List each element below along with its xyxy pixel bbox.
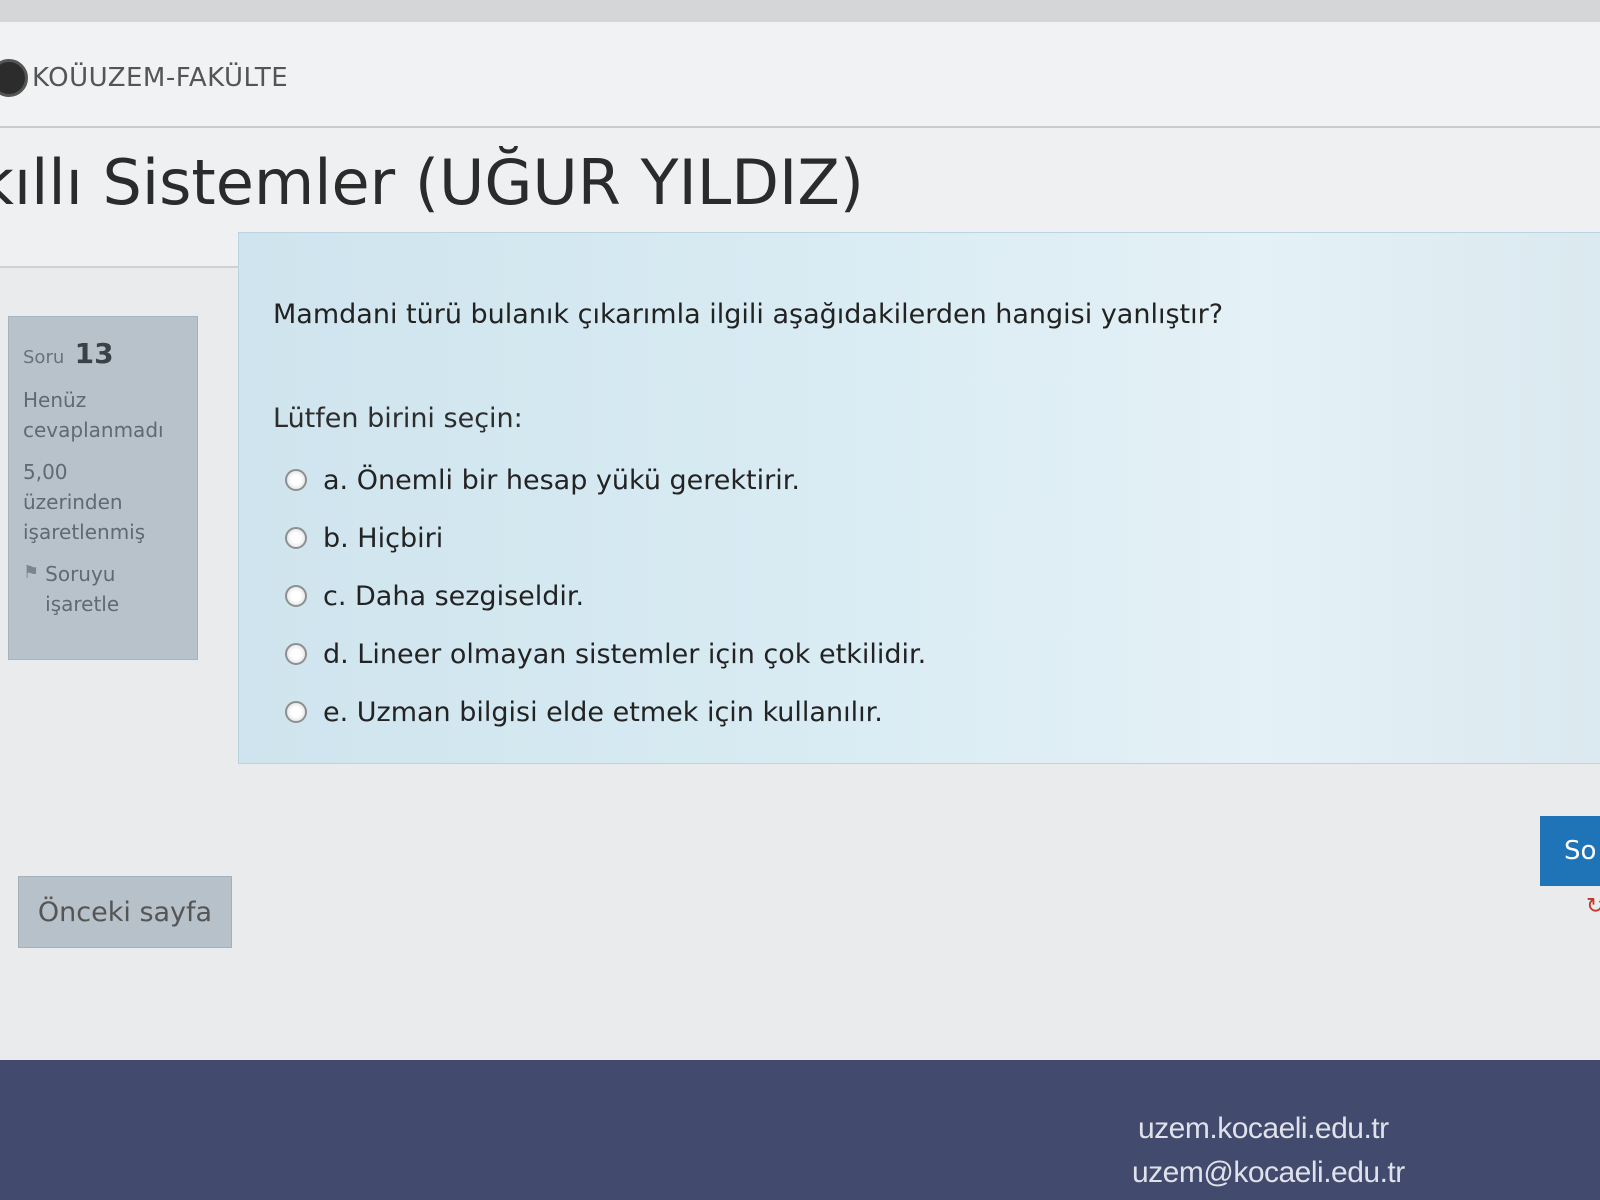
flag-label: Soruyu işaretle xyxy=(45,559,119,619)
radio-button[interactable] xyxy=(285,643,307,665)
answer-option-label: a. Önemli bir hesap yükü gerektirir. xyxy=(323,464,800,496)
answer-option-label: e. Uzman bilgisi elde etmek için kullanı… xyxy=(323,696,883,728)
grade-line: işaretlenmiş xyxy=(23,520,146,544)
question-status: Henüz cevaplanmadı xyxy=(23,385,183,445)
status-line: cevaplanmadı xyxy=(23,418,164,442)
flag-icon: ⚑ xyxy=(23,562,40,583)
page-title: kıllı Sistemler (UĞUR YILDIZ) xyxy=(0,146,864,219)
answer-option-b[interactable]: b. Hiçbiri xyxy=(285,509,926,567)
answer-option-label: b. Hiçbiri xyxy=(323,522,444,554)
next-page-button[interactable]: So xyxy=(1540,816,1600,886)
question-label: Soru xyxy=(23,347,65,368)
answer-option-label: c. Daha sezgiseldir. xyxy=(323,580,585,612)
flag-question-link[interactable]: ⚑ Soruyu işaretle xyxy=(23,559,183,619)
question-text: Mamdani türü bulanık çıkarımla ilgili aş… xyxy=(273,299,1224,330)
answer-option-label: d. Lineer olmayan sistemler için çok etk… xyxy=(323,638,927,670)
browser-top-strip xyxy=(0,0,1600,22)
flag-label-line: Soruyu xyxy=(45,562,116,586)
answer-option-e[interactable]: e. Uzman bilgisi elde etmek için kullanı… xyxy=(285,683,926,741)
brand-link[interactable]: KOÜUZEM-FAKÜLTE xyxy=(0,58,288,98)
radio-button[interactable] xyxy=(285,469,307,491)
answer-option-a[interactable]: a. Önemli bir hesap yükü gerektirir. xyxy=(285,451,926,509)
question-number: 13 xyxy=(74,337,114,370)
footer-email-link[interactable]: uzem@kocaeli.edu.tr xyxy=(1132,1156,1405,1190)
radio-button[interactable] xyxy=(285,585,307,607)
answer-option-c[interactable]: c. Daha sezgiseldir. xyxy=(285,567,926,625)
grade-line: üzerinden xyxy=(23,490,123,514)
answer-prompt: Lütfen birini seçin: xyxy=(273,403,523,434)
radio-button[interactable] xyxy=(285,701,307,723)
question-number-row: Soru 13 xyxy=(23,333,183,375)
status-line: Henüz xyxy=(23,388,87,412)
previous-page-button[interactable]: Önceki sayfa xyxy=(18,876,232,948)
radio-button[interactable] xyxy=(285,527,307,549)
answer-options: a. Önemli bir hesap yükü gerektirir. b. … xyxy=(285,451,926,741)
university-logo-icon xyxy=(0,59,28,97)
footer-website-link[interactable]: uzem.kocaeli.edu.tr xyxy=(1138,1112,1389,1146)
return-icon[interactable]: ↻ xyxy=(1586,894,1600,919)
footer: uzem.kocaeli.edu.tr uzem@kocaeli.edu.tr xyxy=(0,1060,1600,1200)
navbar: KOÜUZEM-FAKÜLTE xyxy=(0,22,1600,128)
answer-option-d[interactable]: d. Lineer olmayan sistemler için çok etk… xyxy=(285,625,926,683)
question-content: Mamdani türü bulanık çıkarımla ilgili aş… xyxy=(238,232,1600,764)
question-grade: 5,00 üzerinden işaretlenmiş xyxy=(23,457,183,547)
grade-line: 5,00 xyxy=(23,460,68,484)
flag-label-line: işaretle xyxy=(45,592,120,616)
brand-name: KOÜUZEM-FAKÜLTE xyxy=(32,63,289,93)
question-info-panel: Soru 13 Henüz cevaplanmadı 5,00 üzerinde… xyxy=(8,316,198,660)
